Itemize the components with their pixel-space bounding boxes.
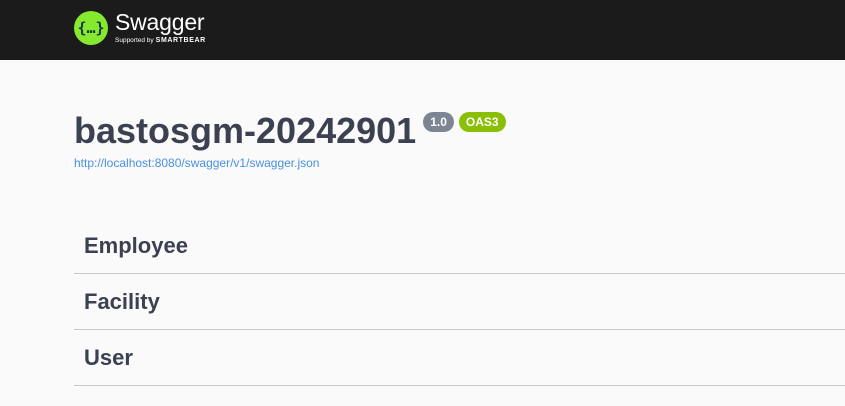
tag-name: User: [84, 344, 133, 370]
logo-wordmark: Swagger: [115, 9, 205, 35]
swagger-logo-link[interactable]: {…} Swagger Supported by SMARTBEAR: [74, 10, 206, 45]
oas-badge: OAS3: [458, 112, 506, 132]
svg-text:{…}: {…}: [77, 19, 104, 37]
logo-text: Swagger Supported by SMARTBEAR: [115, 10, 206, 45]
tag-name: Employee: [84, 232, 188, 258]
tag-name: Facility: [84, 288, 160, 314]
api-info: bastosgm-20242901 1.0 OAS3 http://localh…: [74, 110, 506, 170]
tag-list: Employee Facility User: [74, 218, 845, 386]
version-badge: 1.0: [423, 112, 454, 132]
topbar: {…} Swagger Supported by SMARTBEAR: [0, 0, 845, 60]
tag-facility[interactable]: Facility: [74, 274, 845, 330]
logo-tagline: Supported by SMARTBEAR: [115, 36, 206, 45]
spec-url-link[interactable]: http://localhost:8080/swagger/v1/swagger…: [74, 156, 506, 170]
tag-user[interactable]: User: [74, 330, 845, 386]
api-title: bastosgm-20242901: [74, 110, 417, 151]
swagger-braces-icon: {…}: [74, 10, 108, 45]
tag-employee[interactable]: Employee: [74, 218, 845, 274]
logo-tagline-brand: SMARTBEAR: [155, 37, 206, 44]
logo-tagline-prefix: Supported by: [115, 37, 154, 44]
title-row: bastosgm-20242901 1.0 OAS3: [74, 110, 506, 152]
